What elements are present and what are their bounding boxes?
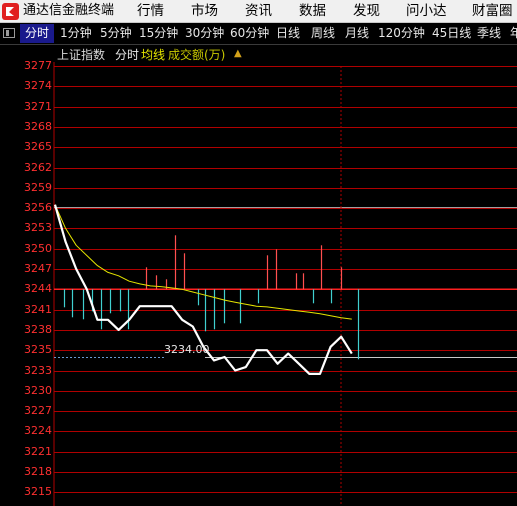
menu-item-wealth-circle[interactable]: 财富圈 [472, 2, 513, 20]
volume-legend: 成交额(万) [168, 48, 226, 62]
period-30min[interactable]: 30分钟 [185, 26, 224, 41]
price-tick-label: 3271 [24, 99, 52, 113]
price-tick-label: 3215 [24, 484, 52, 498]
price-tick-label: 3221 [24, 444, 52, 458]
menu-item-news[interactable]: 资讯 [245, 2, 272, 20]
period-45day[interactable]: 45日线 [432, 26, 471, 41]
period-15min[interactable]: 15分钟 [139, 26, 178, 41]
menu-bar: 通达信金融终端 行情 市场 资讯 数据 发现 问小达 财富圈 [0, 0, 517, 23]
period-daily[interactable]: 日线 [276, 26, 300, 41]
reference-price-tag: 3234.00 [164, 343, 210, 356]
price-tick-label: 3262 [24, 160, 52, 174]
menu-item-data[interactable]: 数据 [299, 2, 326, 20]
average-price-line [54, 204, 352, 320]
intraday-chart[interactable] [0, 45, 517, 506]
price-tick-label: 3218 [24, 464, 52, 478]
price-tick-label: 3230 [24, 383, 52, 397]
period-toolbar: 分时 1分钟 5分钟 15分钟 30分钟 60分钟 日线 周线 月线 120分钟… [0, 23, 517, 45]
period-5min[interactable]: 5分钟 [100, 26, 132, 41]
chart-mode-label: 分时 [115, 48, 140, 62]
toggle-arrows-icon[interactable]: ▲ [234, 48, 242, 64]
price-tick-label: 3274 [24, 78, 52, 92]
period-yearly[interactable]: 年 [510, 26, 517, 41]
index-name-label: 上证指数 [57, 48, 106, 62]
price-tick-label: 3247 [24, 261, 52, 275]
price-tick-label: 3227 [24, 403, 52, 417]
price-tick-label: 3250 [24, 241, 52, 255]
price-tick-label: 3265 [24, 139, 52, 153]
menu-item-markets[interactable]: 市场 [191, 2, 218, 20]
price-tick-label: 3244 [24, 281, 52, 295]
price-tick-label: 3259 [24, 180, 52, 194]
sidebar-toggle-icon[interactable] [3, 28, 15, 38]
menu-item-discover[interactable]: 发现 [353, 2, 380, 20]
price-tick-label: 3235 [24, 342, 52, 356]
price-tick-label: 3241 [24, 302, 52, 316]
menu-item-ask-xiaoda[interactable]: 问小达 [406, 2, 447, 20]
period-quarterly[interactable]: 季线 [477, 26, 501, 41]
price-tick-label: 3256 [24, 200, 52, 214]
price-tick-label: 3268 [24, 119, 52, 133]
menu-item-market[interactable]: 行情 [137, 2, 164, 20]
avg-line-legend: 均线 [141, 48, 166, 62]
period-1min[interactable]: 1分钟 [60, 26, 92, 41]
price-tick-label: 3238 [24, 322, 52, 336]
period-monthly[interactable]: 月线 [345, 26, 369, 41]
price-tick-label: 3277 [24, 58, 52, 72]
app-logo-icon [2, 3, 19, 20]
price-tick-label: 3253 [24, 220, 52, 234]
price-tick-label: 3224 [24, 423, 52, 437]
price-tick-label: 3233 [24, 363, 52, 377]
period-60min[interactable]: 60分钟 [230, 26, 269, 41]
app-title: 通达信金融终端 [23, 3, 115, 18]
period-intraday[interactable]: 分时 [25, 26, 49, 41]
period-weekly[interactable]: 周线 [311, 26, 335, 41]
period-120min[interactable]: 120分钟 [378, 26, 425, 41]
